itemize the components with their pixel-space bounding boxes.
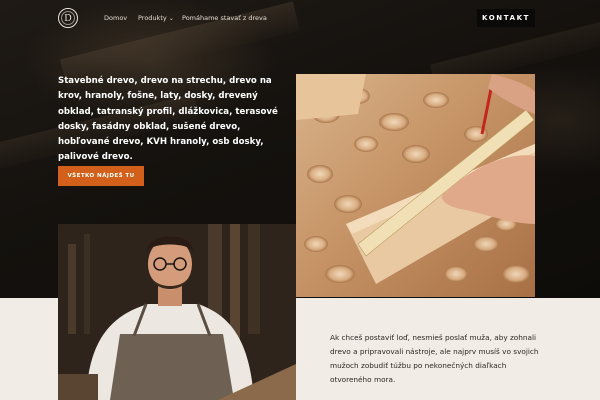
find-all-button[interactable]: VŠETKO NÁJDEŠ TU: [58, 166, 144, 186]
nav-item-home[interactable]: Domov: [104, 14, 127, 22]
logo[interactable]: D: [58, 8, 78, 28]
contact-button[interactable]: KONTAKT: [477, 9, 535, 27]
nav-item-help[interactable]: Pomáhame stavať z dreva: [182, 14, 267, 22]
woodworking-hands-illustration: [296, 74, 535, 284]
nav-item-products[interactable]: Produkty ⌄: [138, 14, 174, 22]
woodworking-hands-image: [296, 74, 535, 297]
carpenter-illustration: [58, 224, 296, 400]
nav-item-label: Produkty: [138, 14, 167, 22]
chevron-down-icon: ⌄: [168, 15, 174, 22]
about-quote: Ak chceš postaviť loď, nesmieš poslať mu…: [330, 333, 539, 384]
carpenter-image: [58, 224, 296, 400]
logo-letter: D: [64, 12, 72, 24]
hero-headline: Stavebné drevo, drevo na strechu, drevo …: [58, 76, 278, 163]
top-navigation: D Domov Produkty ⌄ Pomáhame stavať z drev…: [0, 0, 600, 38]
